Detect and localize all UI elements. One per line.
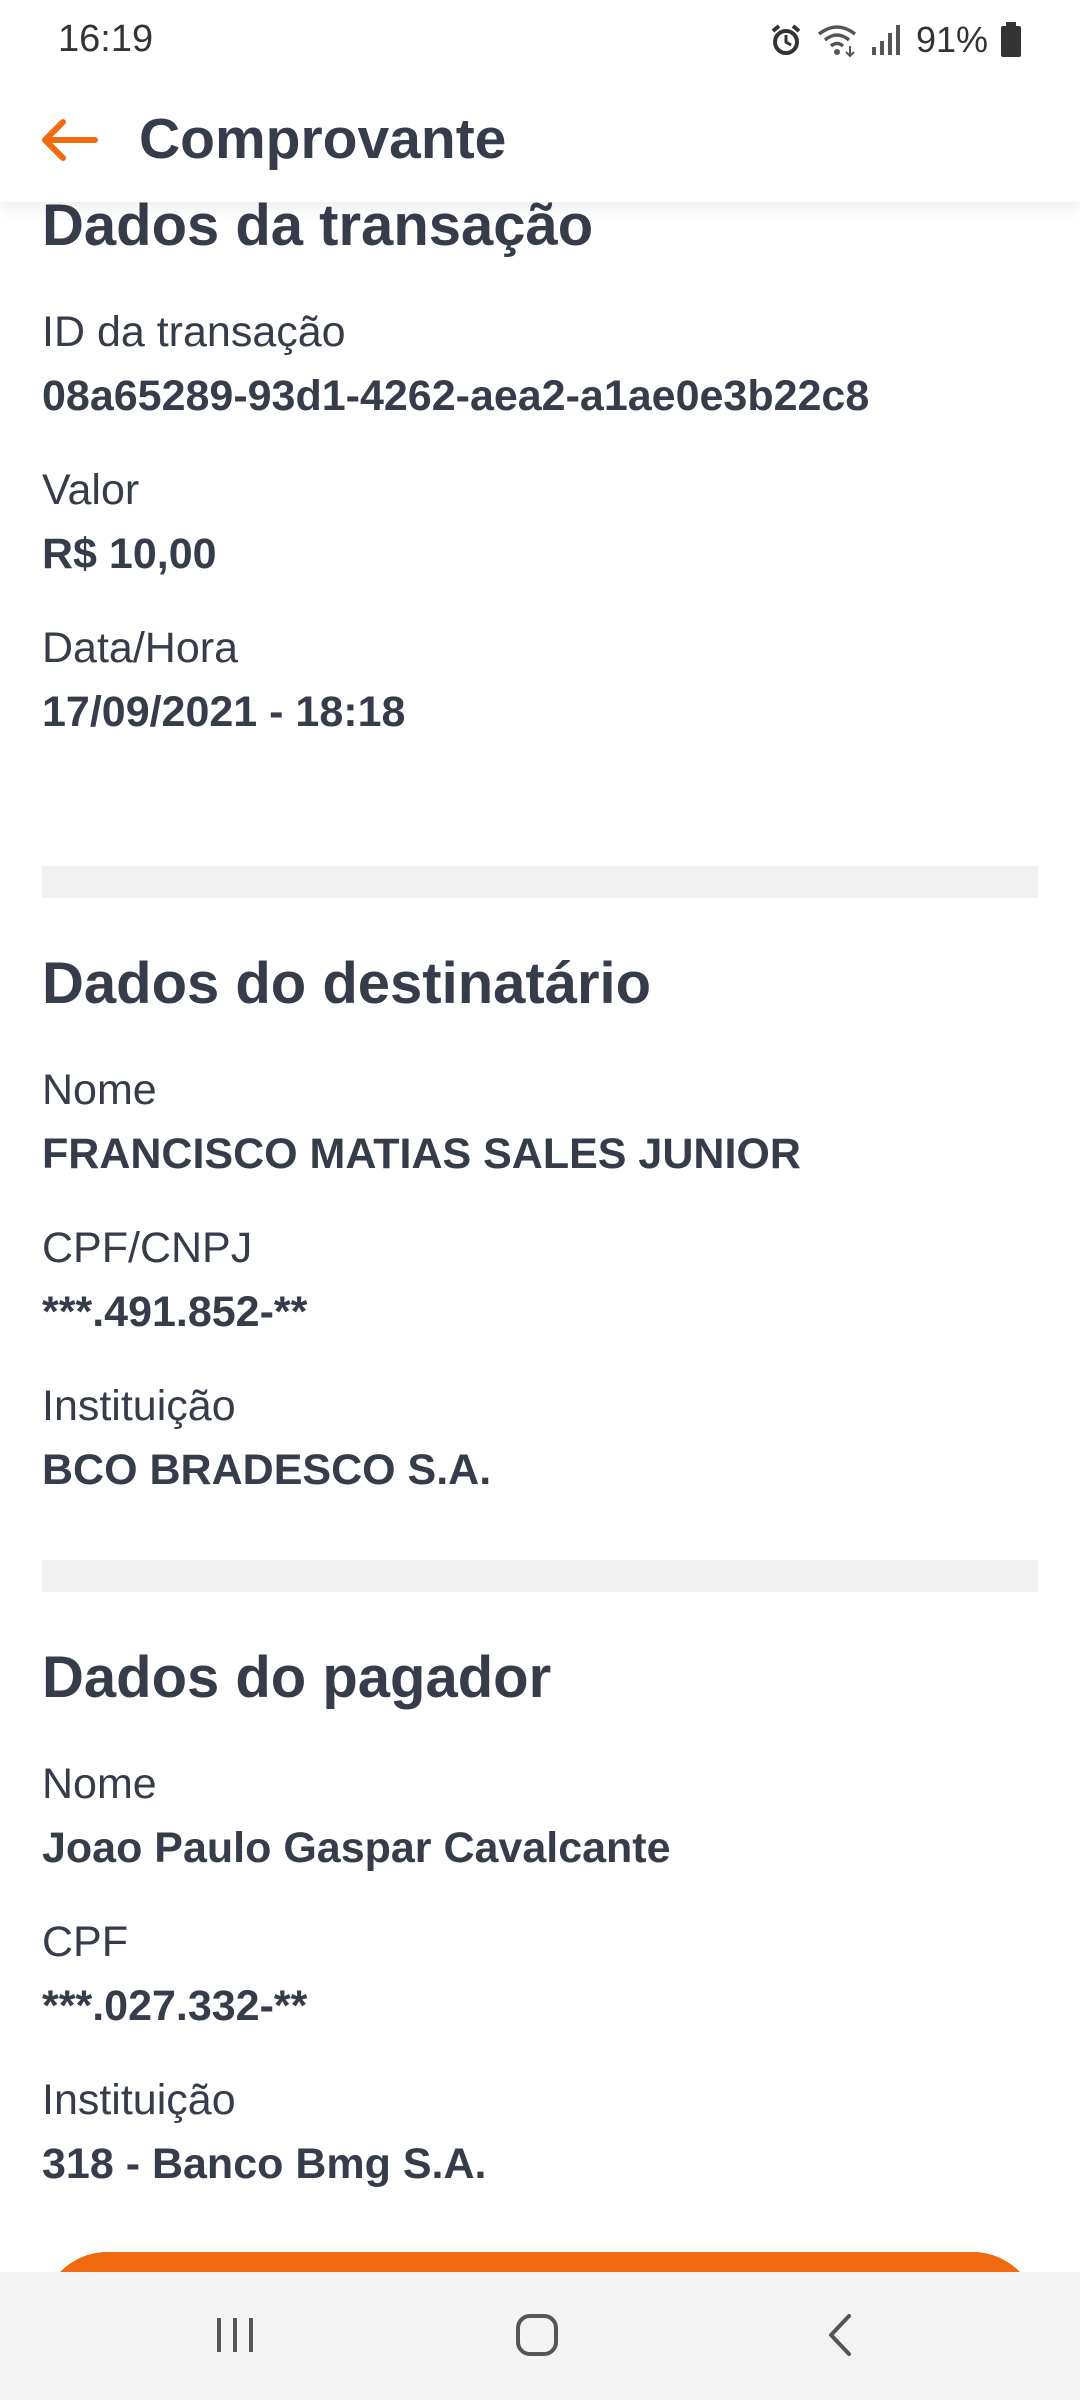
wifi-icon — [816, 22, 858, 58]
battery-icon — [1000, 22, 1022, 58]
payer-doc-value: ***.027.332-** — [42, 1982, 308, 2030]
action-button[interactable] — [42, 2252, 1038, 2272]
recent-apps-button[interactable] — [195, 2302, 275, 2372]
page-title: Comprovante — [139, 107, 507, 171]
nav-back-button[interactable] — [800, 2302, 880, 2372]
section-divider — [42, 866, 1038, 898]
datetime-label: Data/Hora — [42, 624, 238, 672]
payer-bank-value: 318 - Banco Bmg S.A. — [42, 2140, 487, 2188]
payer-section-title: Dados do pagador — [42, 1645, 552, 1710]
status-icons: 91% — [768, 16, 1022, 64]
transaction-id-label: ID da transação — [42, 308, 346, 356]
datetime-value: 17/09/2021 - 18:18 — [42, 688, 406, 736]
navigation-bar — [0, 2272, 1080, 2400]
payer-name-value: Joao Paulo Gaspar Cavalcante — [42, 1824, 671, 1872]
receipt-content[interactable]: Dados da transação ID da transação 08a65… — [0, 202, 1080, 2272]
section-divider — [42, 1560, 1038, 1592]
home-icon — [514, 2312, 560, 2363]
payer-name-label: Nome — [42, 1760, 157, 1808]
recipient-name-value: FRANCISCO MATIAS SALES JUNIOR — [42, 1130, 801, 1178]
signal-icon — [870, 23, 904, 57]
amount-value: R$ 10,00 — [42, 530, 217, 578]
alarm-icon — [768, 22, 804, 58]
receipt-screen: 16:19 91% Comprovante Dados da transação… — [0, 0, 1080, 2400]
recipient-name-label: Nome — [42, 1066, 157, 1114]
recent-apps-icon — [213, 2314, 257, 2361]
status-bar: 16:19 91% — [0, 0, 1080, 80]
back-icon — [825, 2312, 855, 2363]
payer-bank-label: Instituição — [42, 2076, 236, 2124]
back-button[interactable] — [36, 112, 102, 172]
battery-percent: 91% — [915, 19, 988, 60]
transaction-section-title: Dados da transação — [42, 202, 594, 258]
recipient-doc-value: ***.491.852-** — [42, 1288, 308, 1336]
app-header: Comprovante — [0, 80, 1080, 202]
transaction-id-value: 08a65289-93d1-4262-aea2-a1ae0e3b22c8 — [42, 372, 870, 420]
home-button[interactable] — [497, 2302, 577, 2372]
amount-label: Valor — [42, 466, 140, 514]
recipient-section-title: Dados do destinatário — [42, 951, 652, 1016]
recipient-doc-label: CPF/CNPJ — [42, 1224, 253, 1272]
recipient-bank-label: Instituição — [42, 1382, 236, 1430]
status-time: 16:19 — [58, 18, 154, 60]
arrow-left-icon — [39, 118, 99, 167]
payer-doc-label: CPF — [42, 1918, 128, 1966]
recipient-bank-value: BCO BRADESCO S.A. — [42, 1446, 492, 1494]
